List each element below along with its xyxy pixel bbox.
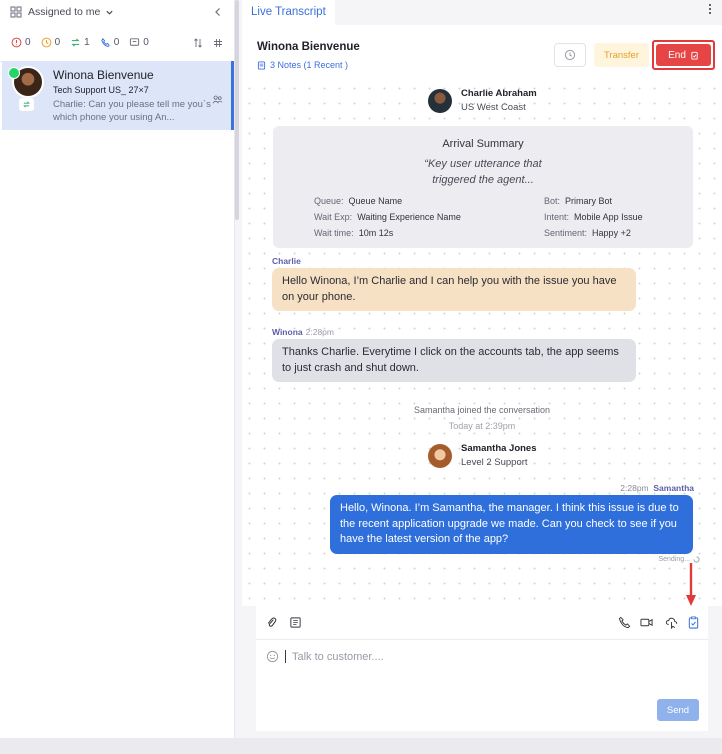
message-bubble-agent: Hello Winona, I’m Charlie and I can help… (272, 268, 636, 311)
arrival-quote-line: triggered the agent... (432, 174, 534, 186)
message-composer: Talk to customer.... Send (256, 606, 708, 731)
count-messages-value: 0 (143, 37, 149, 48)
clock-icon (41, 37, 51, 48)
clipboard-check-icon (691, 51, 698, 60)
list-filter[interactable]: Assigned to me (0, 0, 234, 24)
transfer-button[interactable]: Transfer (594, 43, 649, 67)
agent-role: US West Coast (461, 102, 526, 113)
chat-transcript[interactable]: Charlie Abraham US West Coast Arrival Su… (242, 81, 722, 606)
count-waiting[interactable]: 0 (41, 37, 61, 48)
history-icon (564, 49, 576, 61)
bottom-bar (0, 738, 722, 754)
sending-status: Sending... (658, 556, 700, 563)
message-sender: Winona 2:28pm (272, 327, 334, 337)
arrival-sentiment: Sentiment: Happy +2 (544, 228, 631, 238)
customer-name: Winona Bienvenue (257, 41, 360, 53)
text-caret (285, 650, 286, 663)
count-alert-value: 0 (25, 37, 31, 48)
message-placeholder: Talk to customer.... (292, 650, 384, 663)
transfer-icon (23, 101, 30, 108)
agent-avatar (428, 88, 452, 113)
notes-link[interactable]: 3 Notes (1 Recent ) (257, 60, 348, 70)
agent-role: Level 2 Support (461, 457, 528, 468)
arrival-quote-line: “Key user utterance that (424, 158, 542, 170)
count-alert[interactable]: 0 (11, 37, 31, 48)
attachment-icon[interactable] (265, 616, 278, 629)
alert-icon (11, 37, 22, 48)
tab-live-transcript[interactable]: Live Transcript (242, 0, 335, 25)
channel-badge (19, 98, 34, 111)
agent-name: Samantha Jones (461, 443, 537, 454)
emoji-icon[interactable] (266, 650, 279, 663)
end-label: End (668, 49, 686, 61)
conversation-item[interactable]: Winona Bienvenue Tech Support US_ 27×7 C… (2, 61, 234, 130)
message-icon (130, 38, 140, 46)
agent-name: Charlie Abraham (461, 88, 537, 99)
notes-icon (257, 60, 266, 70)
message-meta: 2:28pm Samantha (620, 483, 694, 493)
arrival-quote: “Key user utterance that triggered the a… (273, 156, 693, 188)
clipboard-check-icon[interactable] (687, 616, 700, 629)
count-calls-value: 0 (113, 37, 120, 48)
agent-card-charlie: Charlie Abraham US West Coast (428, 88, 537, 113)
message-bubble-customer: Thanks Charlie. Everytime I click on the… (272, 339, 636, 382)
message-bubble-manager: Hello, Winona. I’m Samantha, the manager… (330, 495, 693, 554)
arrival-wait-time: Wait time: 10m 12s (314, 228, 394, 238)
transcript-pane: Live Transcript Winona Bienvenue 3 Notes… (242, 0, 722, 738)
arrow-down-icon (686, 563, 696, 606)
spinner-icon (693, 556, 700, 563)
whatsapp-icon (8, 67, 20, 79)
message-sender: Charlie (272, 256, 301, 266)
conversation-queue: Tech Support US_ 27×7 (53, 85, 149, 95)
system-message: Samantha joined the conversation (413, 405, 551, 415)
agent-card-samantha: Samantha Jones Level 2 Support (428, 443, 537, 468)
filter-grid-icon[interactable] (213, 38, 223, 48)
agents-icon (212, 95, 223, 104)
sort-icon[interactable] (193, 37, 203, 48)
end-button[interactable]: End (656, 44, 711, 66)
status-counts: 0 0 1 0 0 (0, 24, 234, 62)
conversation-header: Winona Bienvenue 3 Notes (1 Recent ) Tra… (242, 25, 722, 81)
arrival-bot: Bot: Primary Bot (544, 196, 613, 206)
arrival-summary: Arrival Summary “Key user utterance that… (273, 126, 693, 248)
grid-icon (10, 6, 22, 18)
phone-icon[interactable] (618, 616, 631, 629)
system-timestamp: Today at 2:39pm (448, 421, 516, 431)
collapse-left-icon[interactable] (212, 6, 224, 18)
transfer-icon (71, 38, 80, 47)
conversation-preview: Charlie: Can you please tell me you`s wh… (53, 99, 211, 123)
count-transfer[interactable]: 1 (70, 37, 90, 48)
cobrowse-icon[interactable] (665, 616, 678, 629)
arrival-queue: Queue: Queue Name (314, 196, 403, 206)
notes-label: 3 Notes (1 Recent ) (270, 60, 349, 70)
arrival-title: Arrival Summary (442, 138, 524, 150)
count-messages[interactable]: 0 (129, 37, 149, 48)
end-button-highlight: End (652, 40, 715, 70)
canned-responses-icon[interactable] (289, 616, 302, 629)
chevron-down-icon[interactable] (105, 8, 114, 17)
count-waiting-value: 0 (54, 37, 61, 48)
conversation-name: Winona Bienvenue (53, 68, 154, 82)
arrival-intent: Intent: Mobile App Issue (544, 212, 643, 222)
history-button[interactable] (554, 43, 586, 67)
count-transfer-value: 1 (84, 37, 90, 48)
message-input[interactable]: Talk to customer.... (266, 650, 384, 663)
agent-avatar (428, 443, 452, 468)
count-calls[interactable]: 0 (100, 37, 120, 48)
conversation-list-pane: Assigned to me 0 0 1 0 0 Winona Bienvenu… (0, 0, 235, 738)
phone-icon (101, 38, 110, 47)
arrival-wait-exp: Wait Exp: Waiting Experience Name (314, 212, 461, 222)
video-icon[interactable] (640, 616, 653, 629)
more-options-icon[interactable] (708, 3, 712, 15)
send-button[interactable]: Send (657, 699, 699, 721)
list-scrollbar[interactable] (235, 0, 239, 220)
filter-label: Assigned to me (28, 6, 101, 18)
